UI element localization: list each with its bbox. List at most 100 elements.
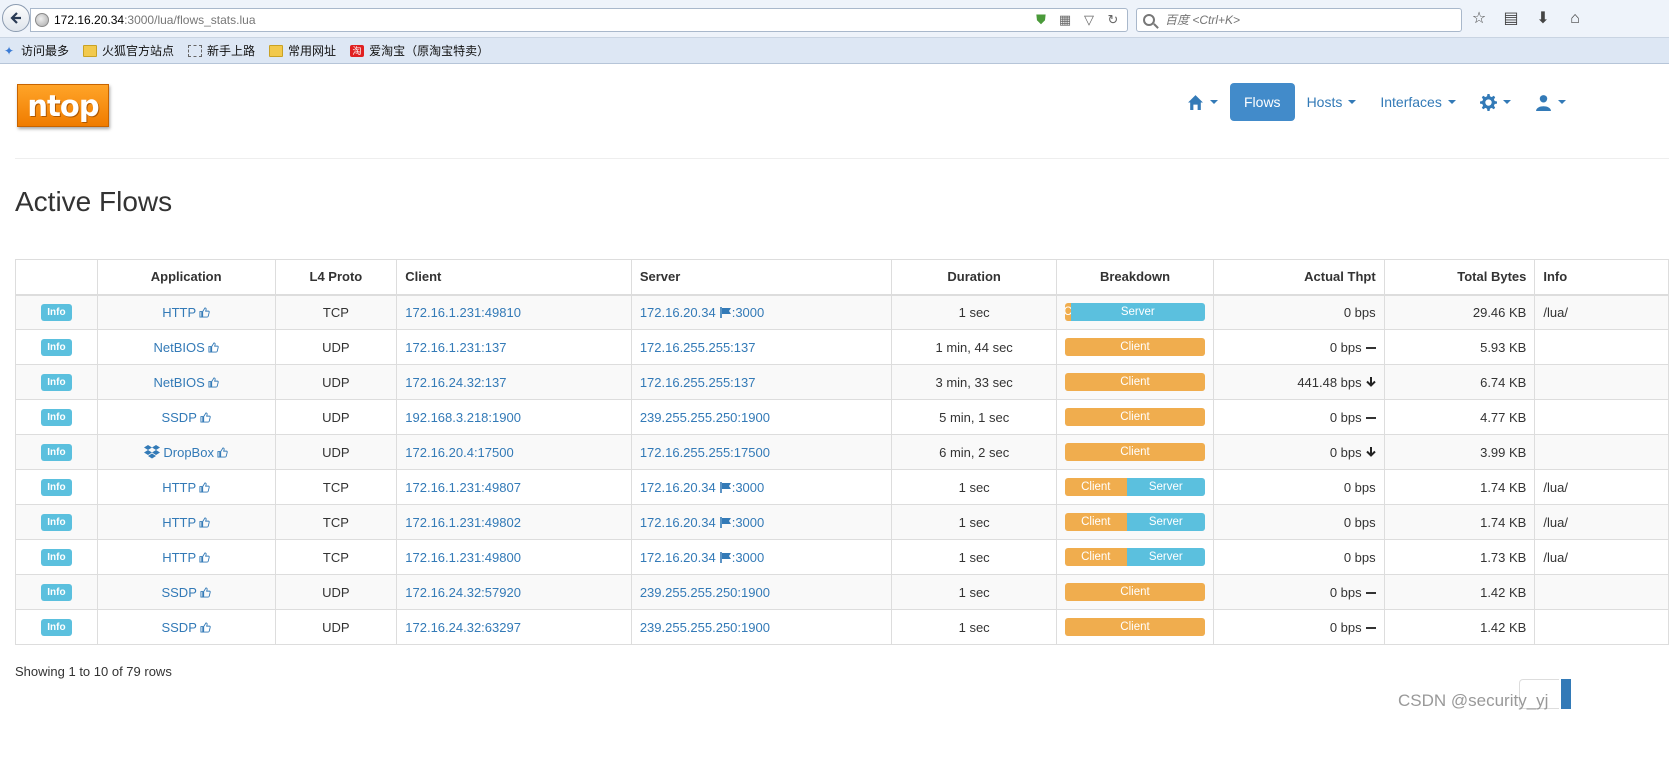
download-icon[interactable]: ⬇: [1534, 10, 1552, 28]
bookmark-most-visited[interactable]: ✦ 访问最多: [4, 42, 69, 59]
breakdown-client: Client: [1065, 373, 1205, 391]
server-host: 172.16.20.34: [639, 549, 716, 565]
url-path: :3000/lua/flows_stats.lua: [124, 13, 256, 27]
breakdown-client: Client: [1065, 478, 1127, 496]
server-cell[interactable]: 239.255.255.250:1900: [630, 399, 893, 435]
nav-interfaces-dropdown[interactable]: Interfaces: [1368, 83, 1467, 121]
client-cell[interactable]: 172.16.1.231:49810: [396, 294, 632, 330]
col-info[interactable]: Info: [1534, 259, 1669, 296]
search-input[interactable]: [1165, 13, 1445, 27]
application-cell[interactable]: NetBIOS: [96, 364, 276, 400]
info-button[interactable]: Info: [41, 584, 72, 601]
server-cell[interactable]: 172.16.20.34:3000: [630, 539, 893, 575]
server-cell[interactable]: 172.16.255.255:17500: [630, 434, 893, 470]
breakdown-server-label: Server: [1148, 481, 1183, 493]
client-cell[interactable]: 172.16.1.231:49802: [396, 504, 632, 540]
server-cell[interactable]: 239.255.255.250:1900: [630, 574, 893, 610]
trend-flat-icon: [1365, 626, 1376, 629]
caret-down-icon: [1447, 100, 1456, 104]
bookmark-star-icon[interactable]: ☆: [1470, 10, 1488, 28]
col-breakdown[interactable]: Breakdown: [1056, 259, 1214, 296]
server-cell[interactable]: 172.16.255.255:137: [630, 364, 893, 400]
server-cell[interactable]: 172.16.255.255:137: [630, 329, 893, 365]
client-cell[interactable]: 192.168.3.218:1900: [396, 399, 632, 435]
bookmark-common-sites[interactable]: 常用网址: [269, 42, 336, 59]
server-host: 239.255.255.250:1900: [639, 584, 770, 600]
ntop-logo[interactable]: ntop: [17, 84, 109, 127]
breakdown-client: Client: [1065, 583, 1205, 601]
info-button[interactable]: Info: [41, 374, 72, 391]
info-button[interactable]: Info: [41, 619, 72, 636]
info-cell: Info: [15, 609, 98, 645]
bookmark-firefox-site[interactable]: 火狐官方站点: [83, 42, 174, 59]
server-cell[interactable]: 172.16.20.34:3000: [630, 294, 893, 330]
reload-icon[interactable]: ↻: [1105, 12, 1121, 28]
home-toolbar-icon[interactable]: ⌂: [1566, 10, 1584, 28]
nav-hosts-dropdown[interactable]: Hosts: [1295, 83, 1369, 121]
breakdown-server: Server: [1126, 478, 1205, 496]
client-cell[interactable]: 172.16.1.231:137: [396, 329, 632, 365]
server-cell[interactable]: 172.16.20.34:3000: [630, 504, 893, 540]
thpt-cell: 0 bps: [1213, 609, 1385, 645]
col-total-bytes[interactable]: Total Bytes: [1383, 259, 1536, 296]
dropdown-arrow-icon[interactable]: ▽: [1081, 12, 1097, 28]
client-cell[interactable]: 172.16.24.32:63297: [396, 609, 632, 645]
col-client[interactable]: Client: [396, 259, 632, 296]
application-cell[interactable]: NetBIOS: [96, 329, 276, 365]
breakdown-client-label: Client: [1120, 621, 1150, 633]
col-application[interactable]: Application: [96, 259, 276, 296]
breakdown-cell: Client Server: [1056, 469, 1214, 505]
application-cell[interactable]: HTTP: [96, 504, 276, 540]
qr-code-icon[interactable]: ▦: [1057, 12, 1073, 28]
l4-proto-cell: UDP: [274, 364, 398, 400]
server-cell[interactable]: 239.255.255.250:1900: [630, 609, 893, 645]
client-cell[interactable]: 172.16.1.231:49800: [396, 539, 632, 575]
reading-list-icon[interactable]: ▤: [1502, 10, 1520, 28]
nav-flows[interactable]: Flows: [1230, 83, 1295, 121]
duration-cell: 1 sec: [891, 504, 1057, 540]
info-button[interactable]: Info: [41, 339, 72, 356]
breakdown-client: Client: [1065, 548, 1127, 566]
client-cell[interactable]: 172.16.24.32:57920: [396, 574, 632, 610]
duration-cell: 1 sec: [891, 574, 1057, 610]
search-box[interactable]: [1136, 8, 1462, 32]
info-path-cell: [1534, 329, 1669, 365]
shield-icon[interactable]: ⛊: [1033, 12, 1049, 28]
application-cell[interactable]: HTTP: [96, 294, 276, 330]
nav-settings-dropdown[interactable]: [1468, 83, 1523, 121]
col-l4-proto[interactable]: L4 Proto: [274, 259, 398, 296]
info-button[interactable]: Info: [41, 479, 72, 496]
application-cell[interactable]: SSDP: [96, 574, 276, 610]
client-cell[interactable]: 172.16.24.32:137: [396, 364, 632, 400]
bookmark-taobao[interactable]: 淘爱淘宝（原淘宝特卖）: [350, 42, 489, 59]
back-button[interactable]: [2, 4, 30, 32]
col-actual-thpt[interactable]: Actual Thpt: [1213, 259, 1385, 296]
server-cell[interactable]: 172.16.20.34:3000: [630, 469, 893, 505]
application-cell[interactable]: SSDP: [96, 609, 276, 645]
nav-user-dropdown[interactable]: [1523, 83, 1578, 121]
col-server[interactable]: Server: [630, 259, 893, 296]
client-cell[interactable]: 172.16.1.231:49807: [396, 469, 632, 505]
info-button[interactable]: Info: [41, 304, 72, 322]
info-button[interactable]: Info: [41, 409, 72, 426]
bookmarks-bar: ✦ 访问最多 火狐官方站点 新手上路 常用网址 淘爱淘宝（原淘宝特卖）: [0, 38, 1669, 64]
url-bar[interactable]: 172.16.20.34:3000/lua/flows_stats.lua ⛊ …: [30, 8, 1128, 32]
application-cell[interactable]: SSDP: [96, 399, 276, 435]
info-button[interactable]: Info: [41, 444, 72, 461]
nav-home-dropdown[interactable]: [1175, 83, 1230, 121]
duration-cell: 1 sec: [891, 469, 1057, 505]
table-row: Info HTTP TCP 172.16.1.231:49807 172.16.20.3…: [15, 469, 1669, 505]
duration-cell: 1 min, 44 sec: [891, 329, 1057, 365]
info-button[interactable]: Info: [41, 514, 72, 531]
client-cell[interactable]: 172.16.20.4:17500: [396, 434, 632, 470]
bookmark-getting-started[interactable]: 新手上路: [188, 42, 255, 59]
application-cell[interactable]: HTTP: [96, 539, 276, 575]
pagination-active-button[interactable]: [1561, 679, 1571, 709]
application-cell[interactable]: DropBox: [96, 434, 276, 470]
info-cell: Info: [15, 574, 98, 610]
thumbs-up-icon: [200, 586, 211, 598]
thumbs-up-icon: [208, 341, 219, 353]
application-cell[interactable]: HTTP: [96, 469, 276, 505]
col-duration[interactable]: Duration: [891, 259, 1057, 296]
info-button[interactable]: Info: [41, 549, 72, 566]
